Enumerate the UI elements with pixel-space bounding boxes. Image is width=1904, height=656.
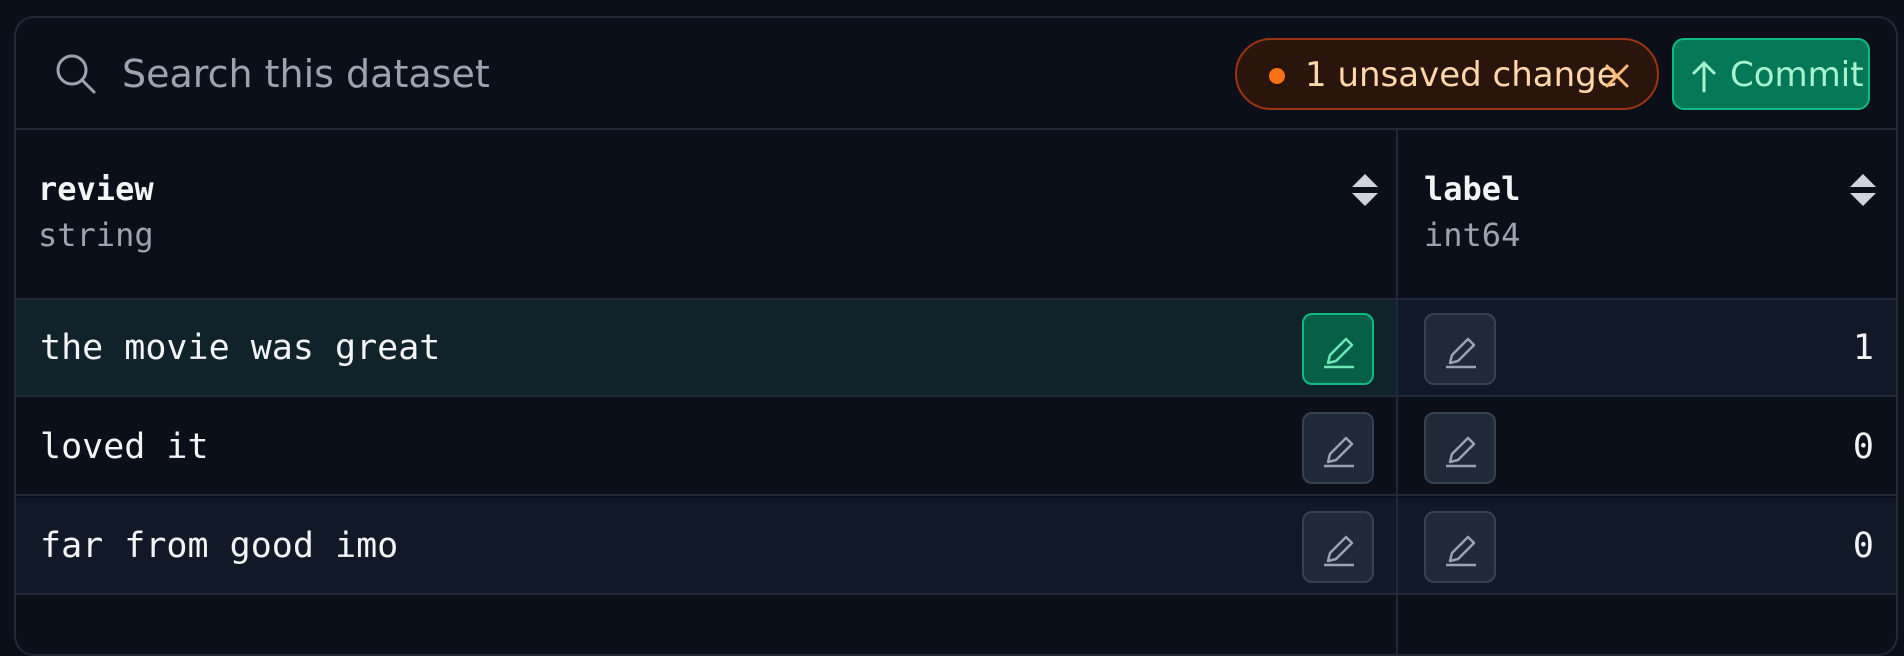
label-value[interactable]: 0 [1853,427,1874,467]
review-cell[interactable]: loved it [16,399,1396,494]
arrow-up-icon [1692,61,1716,93]
pencil-icon [1446,337,1476,369]
edit-button[interactable] [1302,313,1374,385]
commit-label: Commit [1730,55,1864,95]
label-value[interactable]: 0 [1853,526,1874,566]
table-row: the movie was great 1 [16,300,1896,397]
review-value: the movie was great [40,328,441,368]
search-icon [56,54,96,94]
edit-button[interactable] [1424,313,1496,385]
unsaved-dot-icon [1269,68,1285,84]
review-cell[interactable]: far from good imo [16,498,1396,593]
review-cell[interactable]: the movie was great [16,300,1396,395]
review-value: loved it [40,427,209,467]
sort-icon[interactable] [1351,172,1379,208]
table-header: review string label int64 [16,130,1896,300]
table-row: far from good imo 0 [16,498,1896,595]
edit-button[interactable] [1302,412,1374,484]
sort-icon[interactable] [1849,172,1877,208]
edit-button[interactable] [1302,511,1374,583]
pencil-icon [1446,535,1476,567]
column-type-label: int64 [1424,216,1521,254]
close-icon[interactable] [1603,62,1631,90]
pencil-icon [1324,337,1354,369]
edit-button[interactable] [1424,412,1496,484]
edit-button[interactable] [1424,511,1496,583]
table-row: loved it 0 [16,399,1896,496]
column-divider [1396,130,1398,654]
commit-button[interactable]: Commit [1672,38,1870,110]
unsaved-changes-badge[interactable]: 1 unsaved change [1235,38,1659,110]
toolbar: 1 unsaved change Commit [16,18,1896,130]
column-name-label: label [1424,170,1521,208]
label-value[interactable]: 1 [1853,328,1874,368]
unsaved-changes-label: 1 unsaved change [1305,55,1618,95]
review-value: far from good imo [40,526,399,566]
column-type-review: string [38,216,154,254]
pencil-icon [1324,535,1354,567]
pencil-icon [1446,436,1476,468]
search-input[interactable] [122,46,822,102]
pencil-icon [1324,436,1354,468]
dataset-viewer: 1 unsaved change Commit review string la… [14,16,1898,656]
column-name-review: review [38,170,154,208]
